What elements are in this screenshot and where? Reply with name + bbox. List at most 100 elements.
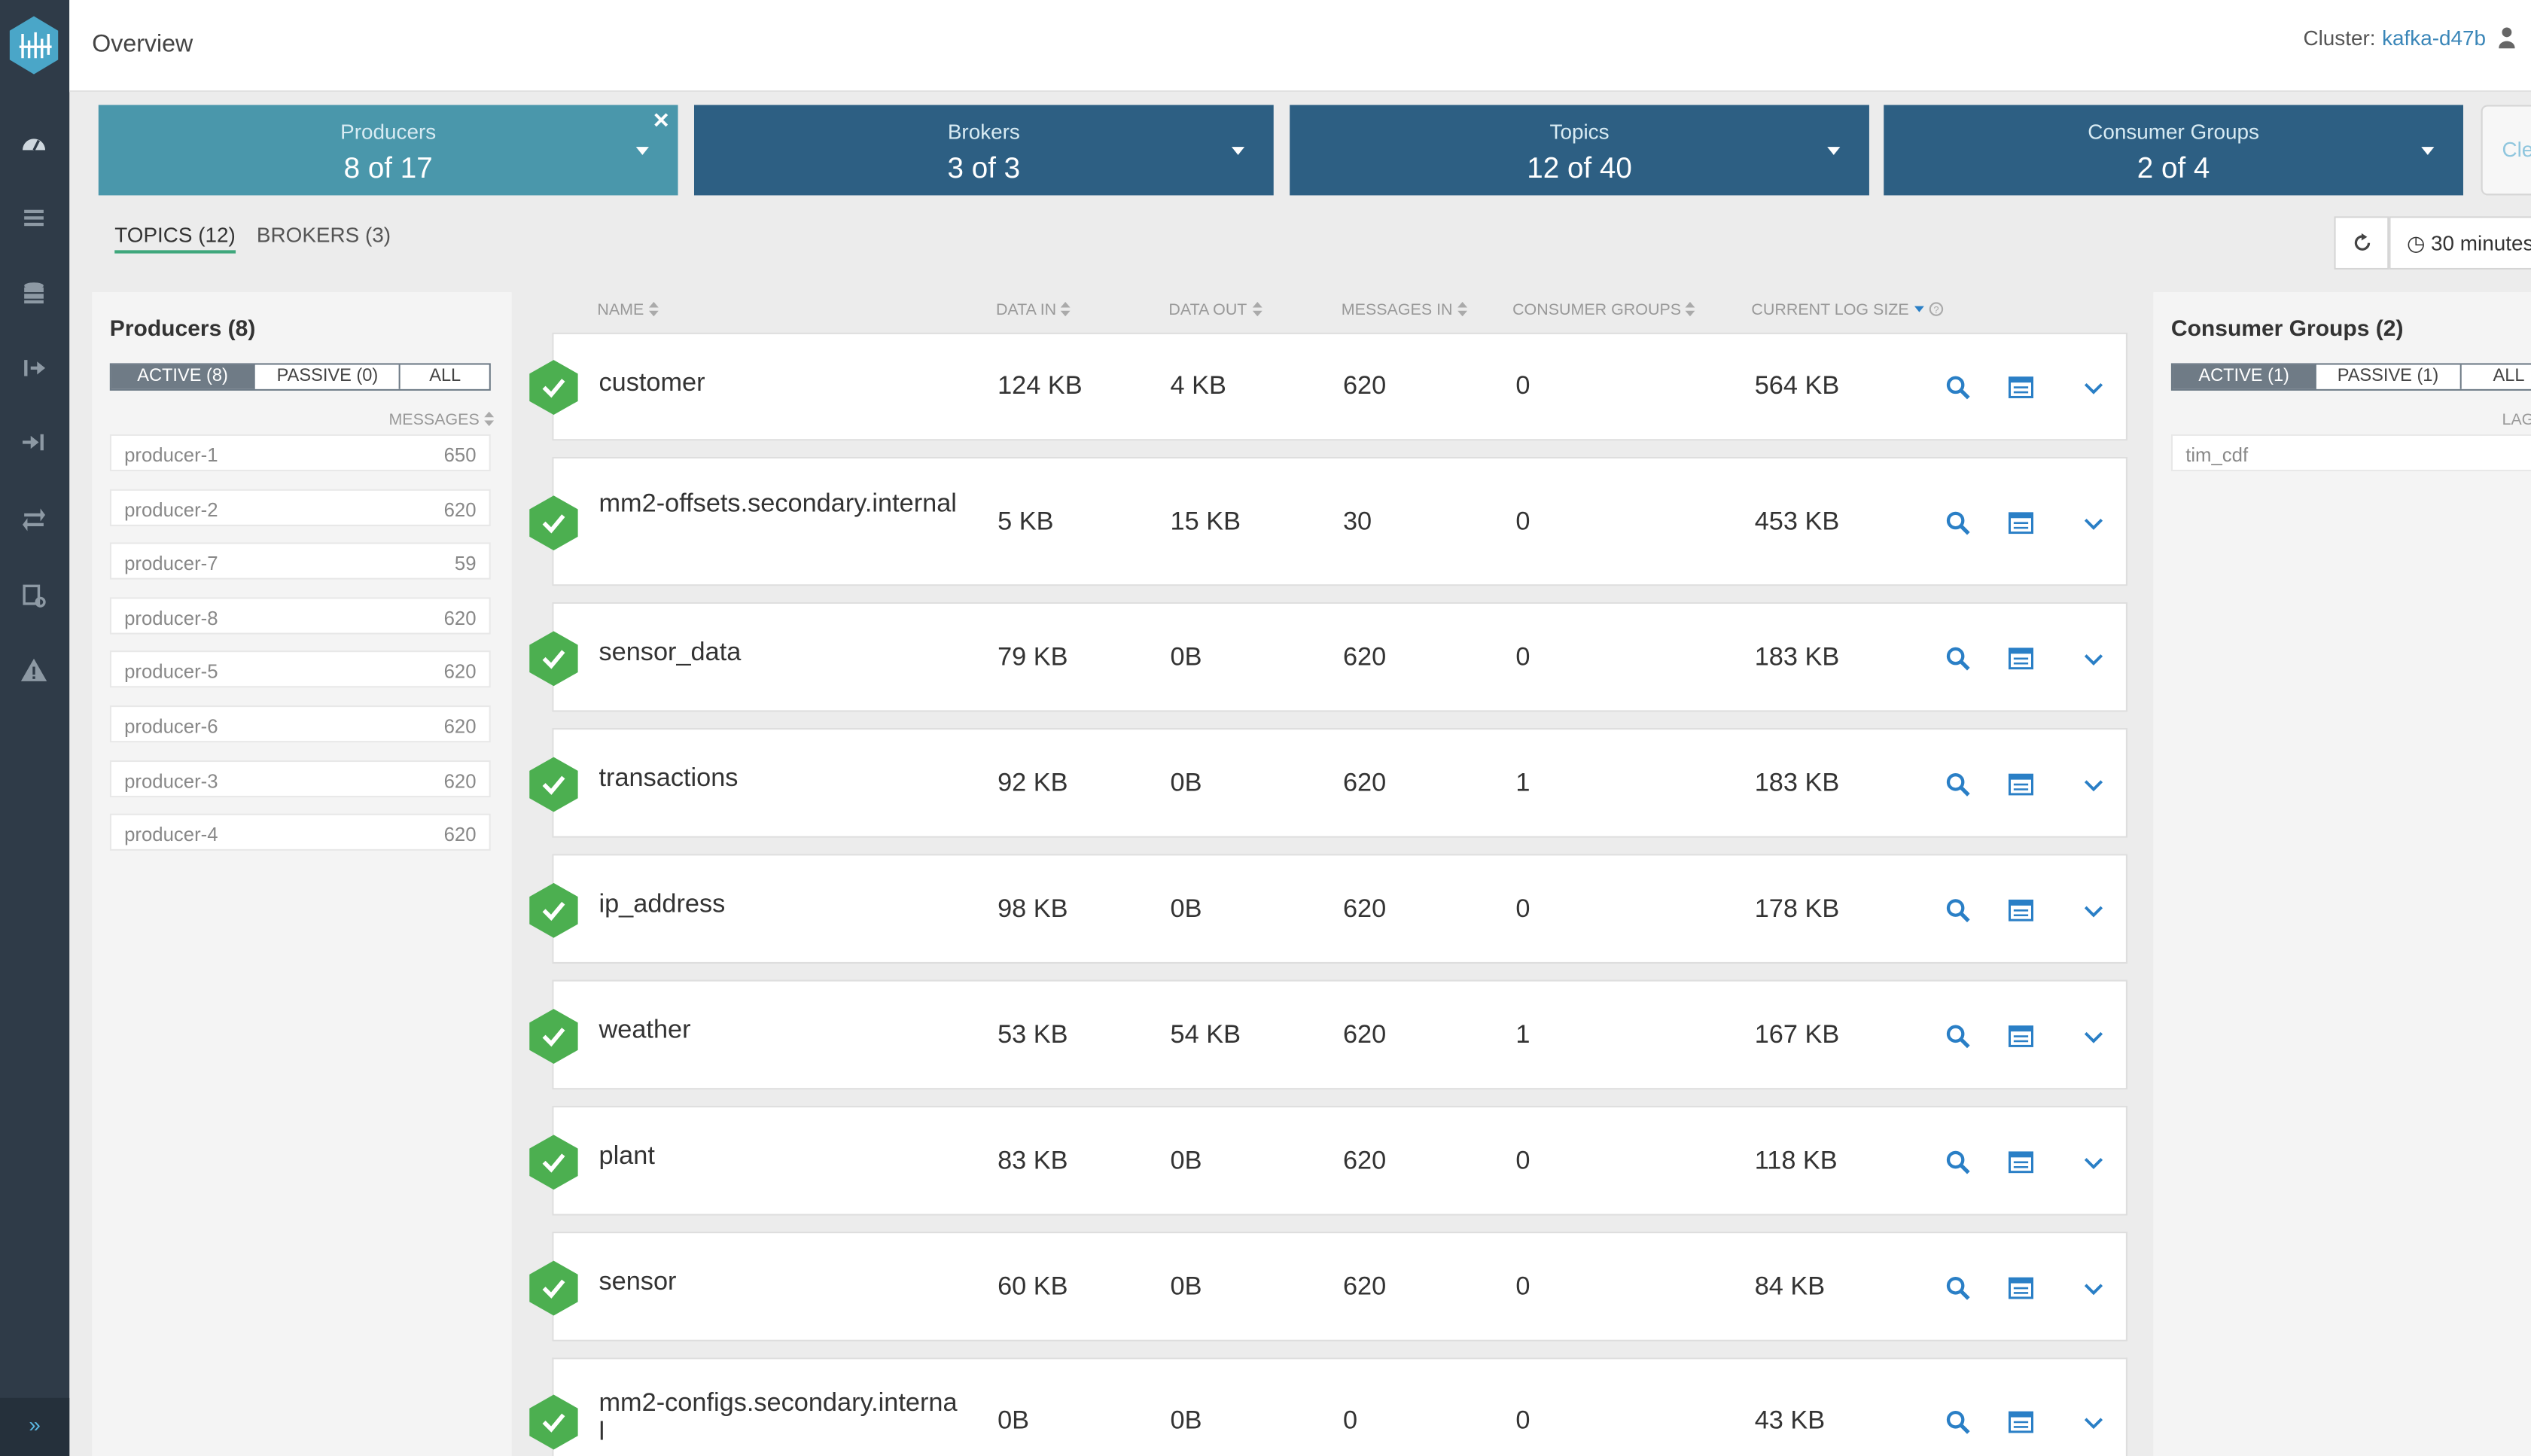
caret-down-icon[interactable] bbox=[1231, 147, 1245, 155]
col-messages-in[interactable]: MESSAGES IN bbox=[1342, 301, 1467, 320]
chevron-down-icon[interactable] bbox=[2081, 374, 2106, 400]
messages-header-label: MESSAGES bbox=[388, 411, 480, 430]
filter-topics[interactable]: Topics 12 of 40 bbox=[1290, 105, 1869, 196]
data-explorer-icon[interactable] bbox=[2008, 1409, 2033, 1435]
search-icon[interactable] bbox=[1945, 510, 1971, 536]
search-icon[interactable] bbox=[1945, 374, 1971, 400]
topic-row[interactable]: sensor_data 79 KB 0B 620 0 183 KB bbox=[529, 602, 2128, 712]
data-explorer-icon[interactable] bbox=[2008, 510, 2033, 536]
app-logo[interactable] bbox=[7, 14, 62, 75]
refresh-icon bbox=[2354, 233, 2371, 251]
lag-column-header[interactable]: LAG bbox=[2502, 412, 2531, 430]
data-explorer-icon[interactable] bbox=[2008, 1275, 2033, 1301]
data-explorer-icon[interactable] bbox=[2008, 1023, 2033, 1049]
consumer-group-list-item[interactable]: tim_cdf68 bbox=[2170, 434, 2531, 472]
caret-down-icon[interactable] bbox=[1827, 147, 1841, 155]
tab-brokers[interactable]: BROKERS (3) bbox=[257, 223, 391, 247]
producer-list-item[interactable]: producer-5 620 bbox=[109, 650, 491, 688]
database-icon[interactable] bbox=[20, 279, 49, 309]
messages-in: 620 bbox=[1342, 644, 1387, 672]
data-explorer-icon[interactable] bbox=[2008, 772, 2033, 797]
producer-list-item[interactable]: producer-8 620 bbox=[109, 597, 491, 635]
sign-in-icon[interactable] bbox=[20, 428, 49, 457]
topic-row[interactable]: customer 124 KB 4 KB 620 0 564 KB bbox=[529, 332, 2128, 441]
caret-down-icon[interactable] bbox=[635, 147, 649, 155]
chevron-down-icon[interactable] bbox=[2081, 1409, 2106, 1435]
caret-down-icon[interactable] bbox=[2421, 147, 2435, 155]
cluster-name-link[interactable]: kafka-d47b bbox=[2382, 26, 2486, 50]
filter-producers[interactable]: Producers 8 of 17 ✕ bbox=[98, 105, 678, 196]
data-explorer-icon[interactable] bbox=[2008, 1150, 2033, 1175]
expand-sidebar-icon[interactable]: » bbox=[0, 1397, 70, 1456]
alert-icon[interactable] bbox=[20, 656, 49, 685]
schema-registry-icon[interactable] bbox=[20, 581, 49, 611]
filter-consumer-groups[interactable]: Consumer Groups 2 of 4 bbox=[1884, 105, 2463, 196]
producer-list-item[interactable]: producer-7 59 bbox=[109, 542, 491, 580]
segment-passive[interactable]: PASSIVE (1) bbox=[2316, 364, 2461, 389]
search-icon[interactable] bbox=[1945, 1023, 1971, 1049]
time-range-picker[interactable]: ◷ 30 minutes bbox=[2389, 216, 2531, 270]
col-name[interactable]: NAME bbox=[597, 301, 659, 320]
chevron-down-icon[interactable] bbox=[2081, 1150, 2106, 1175]
topic-row[interactable]: transactions 92 KB 0B 620 1 183 KB bbox=[529, 728, 2128, 838]
col-current-log-size[interactable]: CURRENT LOG SIZE? bbox=[1751, 302, 1943, 320]
topic-name[interactable]: mm2-offsets.secondary.internal bbox=[598, 491, 961, 520]
search-icon[interactable] bbox=[1945, 897, 1971, 923]
chevron-down-icon[interactable] bbox=[2081, 897, 2106, 923]
topic-row[interactable]: weather 53 KB 54 KB 620 1 167 KB bbox=[529, 979, 2128, 1090]
chevron-down-icon[interactable] bbox=[2081, 510, 2106, 536]
segment-all[interactable]: ALL bbox=[401, 364, 489, 389]
topic-row[interactable]: sensor 60 KB 0B 620 0 84 KB bbox=[529, 1231, 2128, 1342]
topic-name[interactable]: transactions bbox=[598, 765, 961, 794]
search-icon[interactable] bbox=[1945, 772, 1971, 797]
topic-name[interactable]: ip_address bbox=[598, 891, 961, 921]
filter-brokers[interactable]: Brokers 3 of 3 bbox=[693, 105, 1274, 196]
search-icon[interactable] bbox=[1945, 1275, 1971, 1301]
topic-name[interactable]: sensor bbox=[598, 1269, 961, 1298]
clear-filters-button[interactable]: Cle bbox=[2481, 105, 2531, 196]
messages-column-header[interactable]: MESSAGES bbox=[388, 411, 495, 430]
data-explorer-icon[interactable] bbox=[2008, 646, 2033, 672]
topic-row[interactable]: ip_address 98 KB 0B 620 0 178 KB bbox=[529, 854, 2128, 964]
close-icon[interactable]: ✕ bbox=[652, 108, 669, 134]
chevron-down-icon[interactable] bbox=[2081, 772, 2106, 797]
topic-row[interactable]: mm2-configs.secondary.internal 0B 0B 0 0… bbox=[529, 1357, 2128, 1456]
search-icon[interactable] bbox=[1945, 1150, 1971, 1175]
topic-row[interactable]: mm2-offsets.secondary.internal 5 KB 15 K… bbox=[529, 456, 2128, 586]
chevron-down-icon[interactable] bbox=[2081, 646, 2106, 672]
segment-passive[interactable]: PASSIVE (0) bbox=[255, 364, 401, 389]
chevron-down-icon[interactable] bbox=[2081, 1023, 2106, 1049]
topic-name[interactable]: sensor_data bbox=[598, 639, 961, 669]
topic-name[interactable]: mm2-configs.secondary.internal bbox=[598, 1390, 961, 1448]
search-icon[interactable] bbox=[1945, 646, 1971, 672]
data-explorer-icon[interactable] bbox=[2008, 897, 2033, 923]
topic-name[interactable]: plant bbox=[598, 1143, 961, 1172]
topic-row[interactable]: plant 83 KB 0B 620 0 118 KB bbox=[529, 1105, 2128, 1216]
dashboard-icon[interactable] bbox=[20, 129, 49, 159]
col-data-in[interactable]: DATA IN bbox=[996, 301, 1071, 320]
tab-topics[interactable]: TOPICS (12) bbox=[114, 223, 236, 254]
refresh-button[interactable] bbox=[2334, 216, 2389, 270]
filter-label: Brokers bbox=[947, 119, 1020, 144]
segment-active[interactable]: ACTIVE (8) bbox=[111, 364, 256, 389]
list-icon[interactable] bbox=[20, 203, 49, 233]
segment-all[interactable]: ALL bbox=[2460, 364, 2531, 389]
chevron-down-icon[interactable] bbox=[2081, 1275, 2106, 1301]
segment-active[interactable]: ACTIVE (1) bbox=[2173, 364, 2317, 389]
data-explorer-icon[interactable] bbox=[2008, 374, 2033, 400]
log-size: 564 KB bbox=[1754, 373, 1840, 401]
producer-list-item[interactable]: producer-3 620 bbox=[109, 760, 491, 798]
topic-name[interactable]: weather bbox=[598, 1017, 961, 1046]
col-consumer-groups[interactable]: CONSUMER GROUPS bbox=[1512, 301, 1696, 320]
producer-list-item[interactable]: producer-2 620 bbox=[109, 489, 491, 526]
help-icon[interactable]: ? bbox=[1928, 302, 1943, 316]
col-data-out[interactable]: DATA OUT bbox=[1168, 301, 1262, 320]
topic-name[interactable]: customer bbox=[598, 370, 961, 399]
producer-list-item[interactable]: producer-6 620 bbox=[109, 705, 491, 743]
sign-out-icon[interactable] bbox=[20, 354, 49, 383]
search-icon[interactable] bbox=[1945, 1409, 1971, 1435]
producer-list-item[interactable]: producer-4 620 bbox=[109, 813, 491, 851]
producer-list-item[interactable]: producer-1 650 bbox=[109, 434, 491, 472]
user-icon[interactable] bbox=[2499, 26, 2515, 49]
exchange-icon[interactable] bbox=[20, 504, 49, 533]
